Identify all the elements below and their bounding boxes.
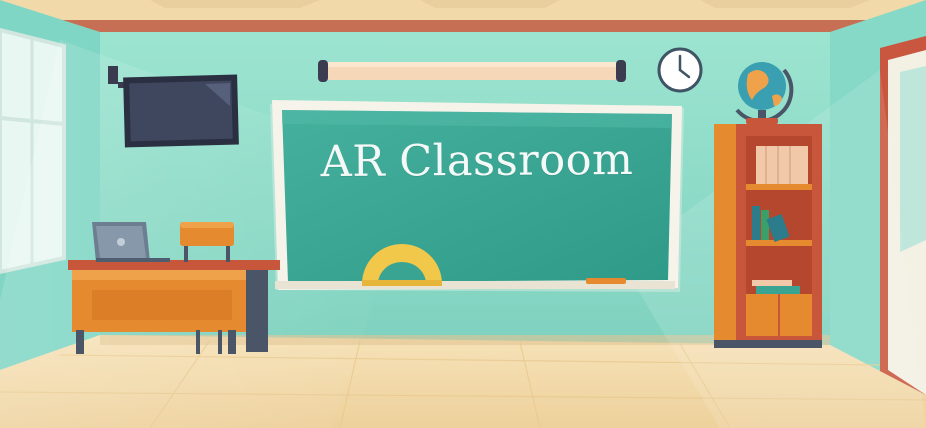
tv-monitor-icon: [108, 66, 239, 148]
wall-clock-icon: [657, 47, 703, 93]
board-title: AR Classroom: [320, 134, 634, 188]
classroom-scene: AR Classroom: [0, 0, 926, 428]
chalk-eraser: [586, 278, 626, 284]
projector-screen-roll: [318, 60, 626, 82]
chalkboard: [270, 100, 684, 292]
bookshelf: [714, 124, 822, 348]
classroom-illustration: [0, 0, 926, 428]
